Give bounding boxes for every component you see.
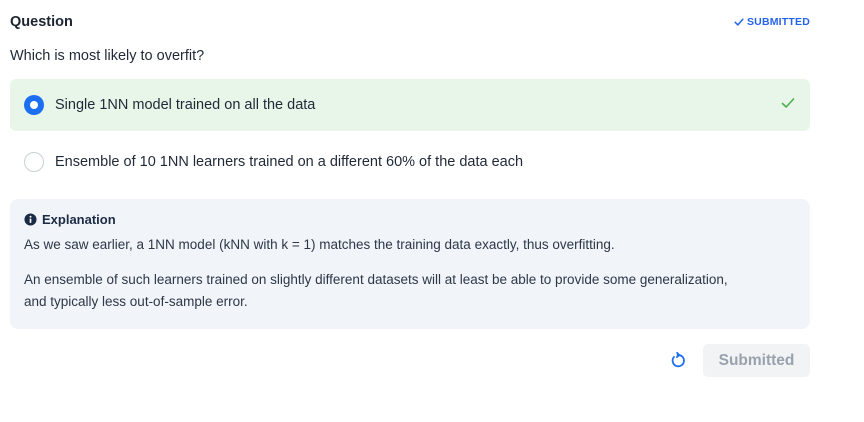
action-bar: Submitted	[667, 344, 810, 377]
radio-button-unselected[interactable]	[24, 152, 44, 172]
explanation-header: Explanation	[24, 212, 796, 227]
submitted-button[interactable]: Submitted	[703, 344, 810, 377]
reset-icon	[671, 352, 685, 368]
explanation-heading: Explanation	[42, 212, 116, 227]
explanation-paragraph: As we saw earlier, a 1NN model (kNN with…	[24, 237, 615, 252]
check-icon	[734, 18, 744, 26]
explanation-paragraph: An ensemble of such learners trained on …	[24, 272, 728, 309]
explanation-panel: Explanation As we saw earlier, a 1NN mod…	[10, 199, 810, 329]
answer-option-1[interactable]: Single 1NN model trained on all the data	[10, 79, 810, 131]
status-label: SUBMITTED	[746, 16, 810, 28]
question-text: Which is most likely to overfit?	[10, 48, 205, 64]
question-header: Question SUBMITTED	[10, 12, 810, 32]
radio-button-selected[interactable]	[24, 95, 44, 115]
answer-option-label: Ensemble of 10 1NN learners trained on a…	[55, 154, 524, 170]
answer-option-2[interactable]: Ensemble of 10 1NN learners trained on a…	[10, 136, 810, 188]
info-icon	[24, 213, 37, 226]
answer-option-label: Single 1NN model trained on all the data	[55, 97, 316, 113]
submitted-status-badge: SUBMITTED	[734, 16, 810, 28]
question-heading: Question	[10, 14, 73, 30]
reset-button[interactable]	[667, 351, 687, 371]
correct-check-icon	[781, 98, 795, 108]
